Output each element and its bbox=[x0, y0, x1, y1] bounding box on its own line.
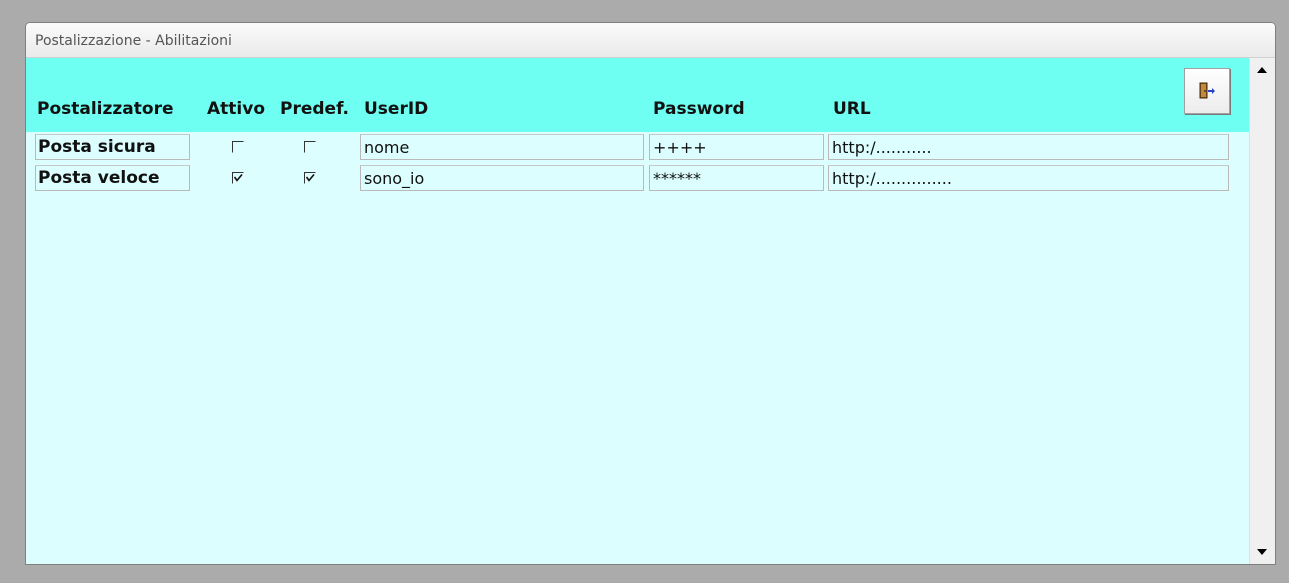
attivo-checkbox[interactable] bbox=[232, 172, 244, 184]
predef-checkbox[interactable] bbox=[304, 141, 316, 153]
url-field[interactable]: http:/............... bbox=[828, 165, 1229, 191]
password-field[interactable]: ++++ bbox=[649, 134, 824, 160]
column-header-attivo: Attivo bbox=[207, 99, 265, 119]
attivo-checkbox[interactable] bbox=[232, 141, 244, 153]
title-bar[interactable]: Postalizzazione - Abilitazioni bbox=[26, 23, 1275, 58]
window-title: Postalizzazione - Abilitazioni bbox=[35, 33, 232, 49]
column-header-userid: UserID bbox=[364, 99, 429, 119]
scroll-up-button[interactable] bbox=[1252, 60, 1272, 80]
password-field[interactable]: ****** bbox=[649, 165, 824, 191]
column-header-predef: Predef. bbox=[280, 99, 349, 119]
table-row: Posta sicura nome ++++ http:/........... bbox=[26, 134, 1249, 162]
exit-button[interactable] bbox=[1184, 68, 1230, 114]
column-header-url: URL bbox=[833, 99, 871, 119]
header-band: Postalizzatore Attivo Predef. UserID Pas… bbox=[26, 58, 1249, 132]
column-header-password: Password bbox=[653, 99, 745, 119]
arrow-down-icon bbox=[1257, 549, 1267, 555]
postalizzazione-window: Postalizzazione - Abilitazioni Postalizz… bbox=[25, 22, 1276, 565]
row-name: Posta veloce bbox=[35, 165, 190, 191]
userid-field[interactable]: sono_io bbox=[360, 165, 644, 191]
table-row: Posta veloce sono_io ****** http:/......… bbox=[26, 165, 1249, 193]
userid-field[interactable]: nome bbox=[360, 134, 644, 160]
vertical-scrollbar[interactable] bbox=[1249, 58, 1275, 564]
url-field[interactable]: http:/........... bbox=[828, 134, 1229, 160]
column-header-postalizzatore: Postalizzatore bbox=[37, 99, 174, 119]
row-name: Posta sicura bbox=[35, 134, 190, 160]
exit-door-icon bbox=[1199, 82, 1215, 99]
arrow-up-icon bbox=[1257, 67, 1267, 73]
predef-checkbox[interactable] bbox=[304, 172, 316, 184]
scroll-down-button[interactable] bbox=[1252, 542, 1272, 562]
